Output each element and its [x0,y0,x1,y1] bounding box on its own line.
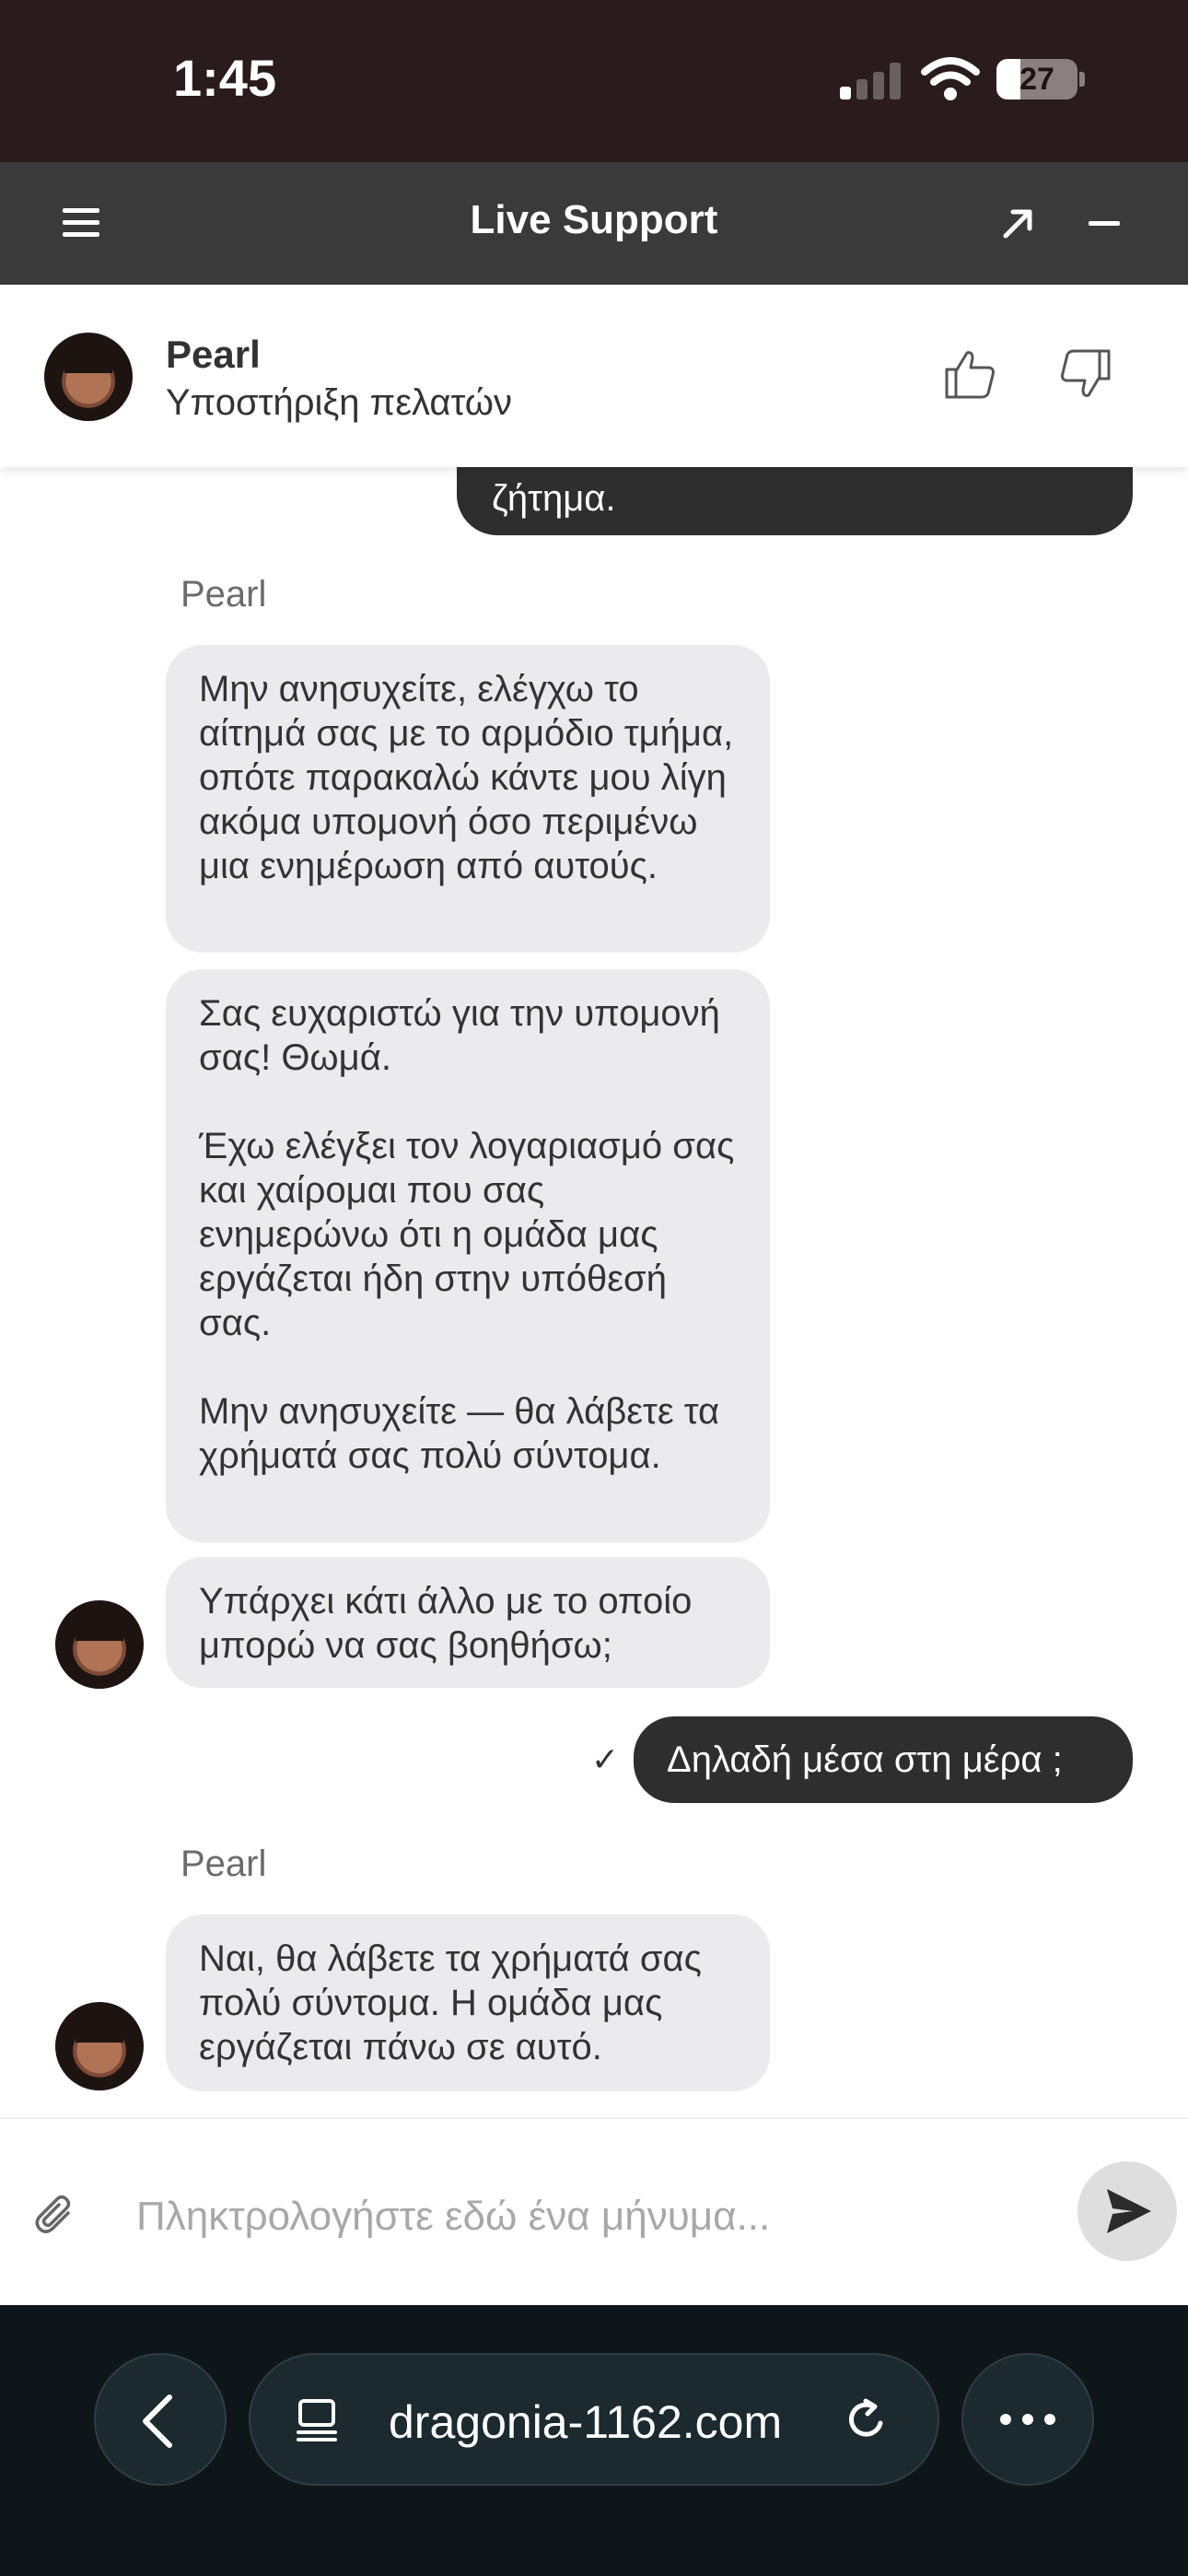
back-button[interactable] [94,2353,227,2486]
agent-avatar [55,2002,144,2090]
agent-avatar [55,1600,144,1689]
expand-icon[interactable] [998,203,1039,243]
user-message-bubble: Δηλαδή μέσα στη μέρα ; [634,1716,1133,1803]
chevron-left-icon [143,2395,172,2448]
agent-message-bubble: Υπάρχει κάτι άλλο με το οποίο μπορώ να σ… [166,1557,770,1688]
thumbs-down-icon[interactable] [1057,345,1114,403]
agent-avatar [44,333,133,421]
agent-message-bubble: Ναι, θα λάβετε τα χρήματά σας πολύ σύντο… [166,1914,770,2091]
message-composer [0,2117,1188,2307]
wifi-icon [921,57,980,100]
agent-name: Pearl [166,333,261,376]
minimize-icon[interactable] [1089,221,1120,226]
user-message-bubble: ζήτημα. [457,467,1133,535]
tab-overview-icon [297,2399,337,2441]
message-input[interactable] [134,2184,1050,2250]
address-bar[interactable]: dragonia-1162.com [249,2353,939,2486]
url-text: dragonia-1162.com [389,2396,783,2448]
agent-message-bubble: Σας ευχαριστώ για την υπομονή σας! Θωμά.… [166,969,770,1542]
user-message-text: Δηλαδή μέσα στη μέρα ; [667,1739,1063,1780]
browser-toolbar: dragonia-1162.com [0,2305,1188,2576]
battery-level: 27 [1019,62,1054,97]
agent-role: Υποστήριξη πελατών [166,382,513,423]
battery-icon: 27 [996,59,1077,100]
sender-name: Pearl [181,1844,267,1884]
send-icon [1107,2189,1151,2233]
agent-info-bar: Pearl Υποστήριξη πελατών [0,285,1188,467]
user-message-text: ζήτημα. [492,478,616,519]
chat-header: Live Support [0,162,1188,285]
cellular-signal-icon [840,61,904,100]
thumbs-up-icon[interactable] [941,345,998,403]
attachment-icon[interactable] [33,2193,77,2237]
more-dots-icon [1000,2414,1055,2425]
status-bar: 1:45 27 [0,0,1188,162]
reload-icon[interactable] [840,2392,895,2447]
more-options-button[interactable] [961,2353,1094,2486]
message-list[interactable]: ζήτημα. Pearl Μην ανησυχείτε, ελέγχω το … [0,467,1188,2116]
agent-message-bubble: Μην ανησυχείτε, ελέγχω το αίτημά σας με … [166,645,770,953]
sender-name: Pearl [181,574,267,615]
status-time: 1:45 [173,49,277,107]
send-button[interactable] [1077,2161,1177,2261]
checkmark-icon: ✓ [591,1740,620,1778]
